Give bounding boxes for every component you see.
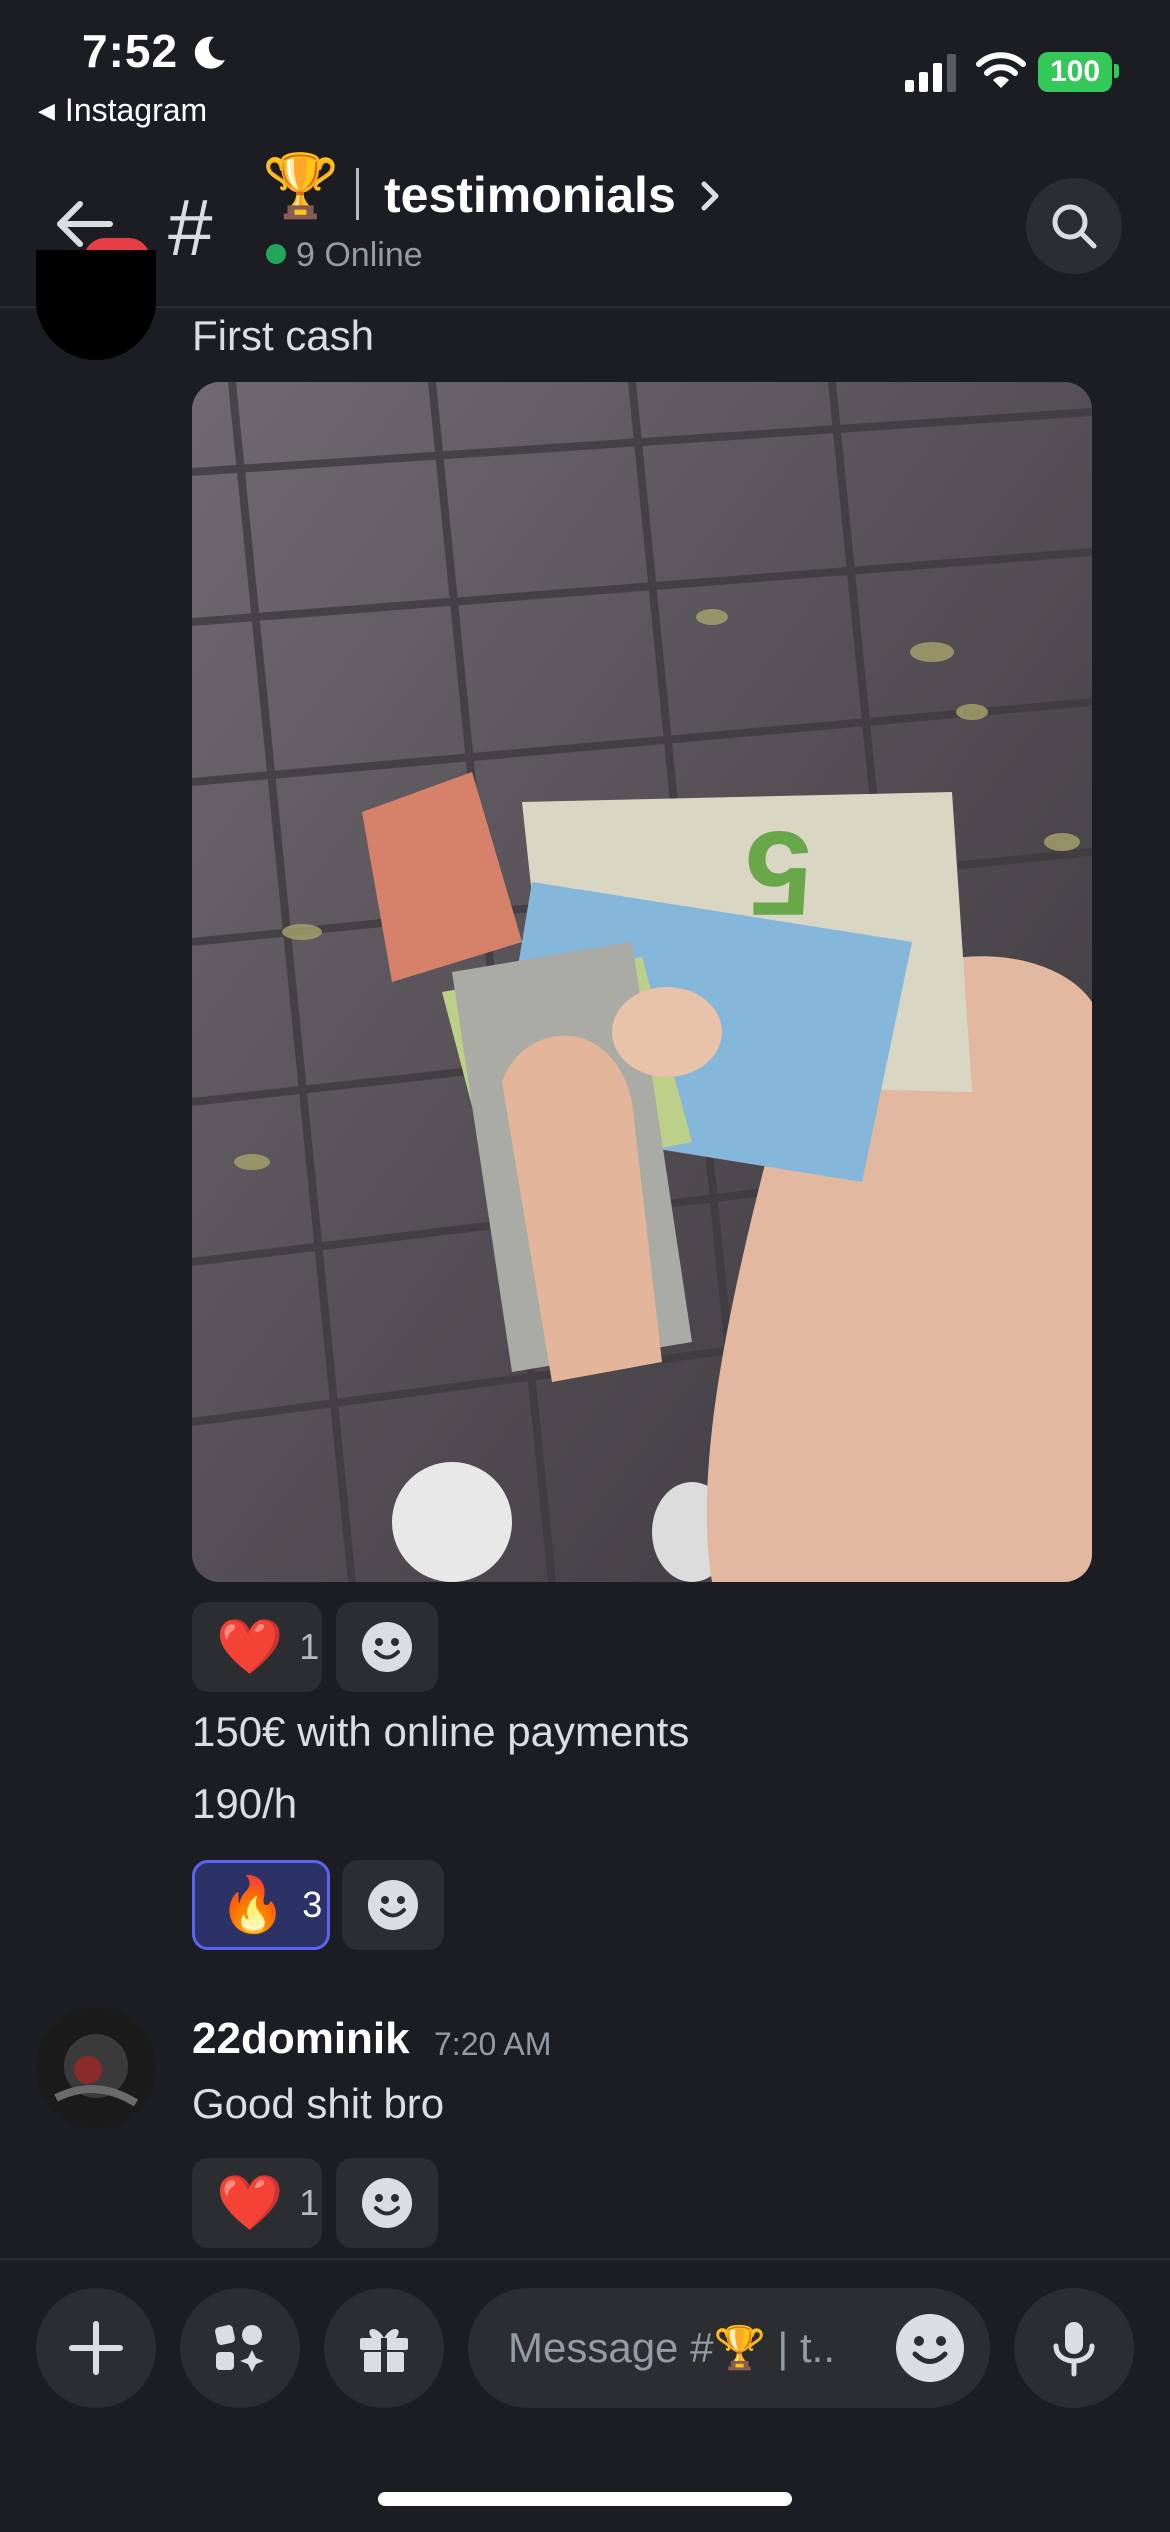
- search-icon: [1052, 204, 1097, 249]
- message-text: Good shit bro: [192, 2080, 445, 2127]
- home-indicator[interactable]: [378, 2492, 792, 2506]
- chevron-right-icon[interactable]: [696, 176, 724, 216]
- smiley-icon: [368, 1880, 418, 1930]
- back-triangle-icon: ◀: [38, 98, 55, 123]
- message-text: First cash: [192, 312, 375, 359]
- online-count: 9 Online: [296, 236, 423, 274]
- status-time: 7:52: [82, 25, 179, 77]
- heart-emoji: ❤️: [216, 1617, 284, 1677]
- voice-message-button[interactable]: [1014, 2288, 1134, 2408]
- avatar-image: [36, 2008, 156, 2128]
- message-composer: Message #🏆 | t..: [0, 2258, 1170, 2532]
- plus-icon: [69, 2321, 123, 2375]
- back-app-label: Instagram: [64, 92, 208, 128]
- status-bar: 7:52 ◀ Instagram 100: [0, 0, 1170, 140]
- fire-emoji: 🔥: [219, 1875, 287, 1935]
- emoji-picker-button[interactable]: [896, 2314, 964, 2382]
- search-button[interactable]: [1026, 178, 1122, 274]
- smiley-icon: [362, 1622, 412, 1672]
- hash-icon: #: [168, 183, 213, 272]
- image-attachment[interactable]: 5: [192, 382, 1092, 1582]
- apps-icon: [215, 2325, 264, 2372]
- wifi-icon: [976, 52, 1026, 88]
- channel-name[interactable]: testimonials: [384, 166, 676, 224]
- username[interactable]: 22dominik: [192, 2014, 410, 2064]
- cash-photo: 5: [192, 382, 1092, 1582]
- moon-icon: [194, 36, 225, 69]
- signal-icon: [905, 54, 956, 92]
- add-reaction-button[interactable]: [342, 1860, 444, 1950]
- reaction-fire[interactable]: 🔥 3: [192, 1860, 330, 1950]
- channel-divider: [356, 168, 359, 220]
- reaction-count: 3: [302, 1884, 323, 1925]
- reaction-count: 1: [299, 1626, 320, 1667]
- avatar[interactable]: [36, 2008, 156, 2128]
- avatar[interactable]: [36, 250, 156, 360]
- microphone-icon: [1053, 2322, 1095, 2377]
- heart-emoji: ❤️: [216, 2173, 284, 2233]
- message-timestamp: 7:20 AM: [434, 2026, 552, 2062]
- battery-tip: [1114, 64, 1119, 78]
- add-reaction-button[interactable]: [336, 1602, 438, 1692]
- message-text: 190/h: [192, 1780, 298, 1827]
- message-text: 150€ with online payments: [192, 1708, 690, 1755]
- emoji-icon: [912, 2336, 948, 2364]
- add-reaction-button[interactable]: [336, 2158, 438, 2248]
- gift-icon: [360, 2328, 408, 2372]
- screen: 7:52 ◀Instagram 100 69 # 🏆 testimonials: [0, 0, 1170, 2532]
- apps-button[interactable]: [180, 2288, 300, 2408]
- reaction-heart[interactable]: ❤️ 1: [192, 1602, 322, 1692]
- message-placeholder: Message #🏆 | t..: [508, 2324, 835, 2371]
- gift-button[interactable]: [324, 2288, 444, 2408]
- message-input[interactable]: Message #🏆 | t..: [468, 2288, 990, 2408]
- channel-header: 69 # 🏆 testimonials 9 Online: [0, 140, 1170, 308]
- battery-icon: 100: [1038, 52, 1112, 92]
- online-dot: [266, 244, 286, 264]
- add-attachment-button[interactable]: [36, 2288, 156, 2408]
- reaction-count: 1: [299, 2182, 320, 2223]
- smiley-icon: [362, 2178, 412, 2228]
- online-status: 9 Online: [266, 236, 423, 275]
- reaction-heart[interactable]: ❤️ 1: [192, 2158, 322, 2248]
- channel-emoji: 🏆: [262, 152, 340, 221]
- back-to-app-link[interactable]: ◀ Instagram: [38, 92, 207, 129]
